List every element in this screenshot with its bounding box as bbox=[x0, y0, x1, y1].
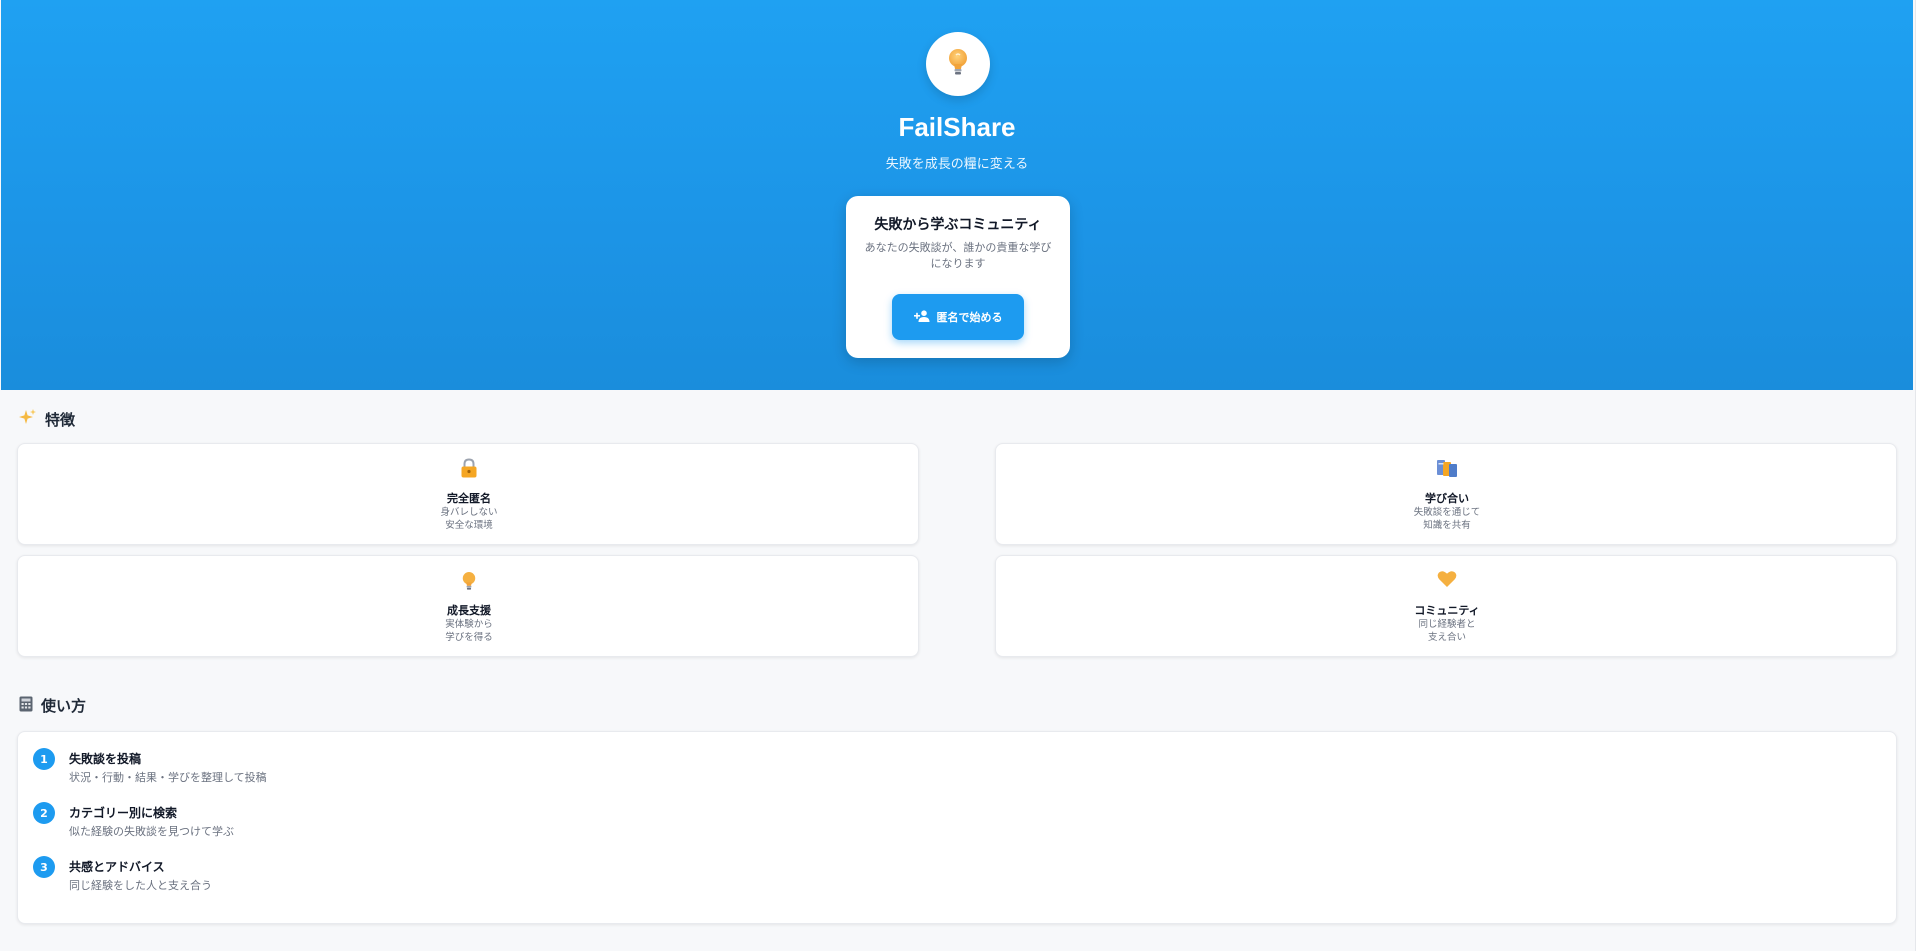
how-to-heading: 使い方 bbox=[19, 695, 86, 716]
feature-description-line: 安全な環境 bbox=[445, 520, 493, 531]
step-title: 失敗談を投稿 bbox=[69, 752, 142, 766]
step-number-badge: 3 bbox=[33, 856, 55, 878]
step-description: 状況・行動・結果・学びを整理して投稿 bbox=[69, 771, 267, 784]
app-logo bbox=[926, 32, 990, 96]
feature-description-line: 身バレしない bbox=[440, 507, 498, 518]
step-item: 3 共感とアドバイス 同じ経験をした人と支え合う bbox=[33, 856, 633, 896]
app-title: FailShare bbox=[898, 112, 1016, 142]
how-to-heading-text: 使い方 bbox=[41, 697, 87, 715]
hero-banner: FailShare 失敗を成長の糧に変える 失敗から学ぶコミュニティ あなたの失… bbox=[1, 0, 1913, 390]
feature-description-line: 同じ経験者と bbox=[1418, 619, 1476, 630]
features-heading: 特徴 bbox=[19, 408, 75, 430]
feature-description-line: 支え合い bbox=[1427, 632, 1466, 643]
lightbulb-icon bbox=[460, 570, 478, 592]
feature-title: 成長支援 bbox=[447, 604, 491, 617]
step-number-badge: 1 bbox=[33, 748, 55, 770]
app-tagline: 失敗を成長の糧に変える bbox=[885, 157, 1029, 172]
lock-icon bbox=[460, 458, 478, 480]
welcome-card: 失敗から学ぶコミュニティ あなたの失敗談が、誰かの貴重な学びになります 匿名で始… bbox=[846, 196, 1070, 358]
step-description: 同じ経験をした人と支え合う bbox=[69, 879, 212, 892]
feature-title: 学び合い bbox=[1425, 492, 1469, 505]
sparkles-icon bbox=[19, 408, 37, 430]
step-title: 共感とアドバイス bbox=[69, 860, 165, 874]
feature-card-anonymous: 完全匿名 身バレしない 安全な環境 bbox=[17, 443, 919, 545]
features-heading-text: 特徴 bbox=[45, 410, 76, 429]
feature-card-growth: 成長支援 実体験から 学びを得る bbox=[17, 555, 919, 657]
how-to-card: 1 失敗談を投稿 状況・行動・結果・学びを整理して投稿 2 カテゴリー別に検索 … bbox=[17, 731, 1897, 924]
app-page: FailShare 失敗を成長の糧に変える 失敗から学ぶコミュニティ あなたの失… bbox=[0, 0, 1916, 951]
welcome-card-title: 失敗から学ぶコミュニティ bbox=[874, 217, 1042, 233]
step-item: 1 失敗談を投稿 状況・行動・結果・学びを整理して投稿 bbox=[33, 748, 633, 788]
feature-description-line: 実体験から bbox=[445, 619, 493, 630]
feature-card-community: コミュニティ 同じ経験者と 支え合い bbox=[995, 555, 1897, 657]
feature-description-line: 失敗談を通じて bbox=[1413, 507, 1481, 518]
feature-title: コミュニティ bbox=[1414, 604, 1480, 617]
lightbulb-icon bbox=[945, 47, 971, 81]
person-add-icon bbox=[913, 309, 930, 325]
start-anonymous-button[interactable]: 匿名で始める bbox=[892, 294, 1024, 340]
step-item: 2 カテゴリー別に検索 似た経験の失敗談を見つけて学ぶ bbox=[33, 802, 633, 842]
books-icon bbox=[1436, 458, 1458, 480]
welcome-card-description: あなたの失敗談が、誰かの貴重な学びになります bbox=[864, 241, 1052, 270]
heart-icon bbox=[1437, 570, 1457, 592]
feature-description-line: 知識を共有 bbox=[1423, 520, 1471, 531]
feature-card-learning: 学び合い 失敗談を通じて 知識を共有 bbox=[995, 443, 1897, 545]
step-number-badge: 2 bbox=[33, 802, 55, 824]
step-title: カテゴリー別に検索 bbox=[69, 806, 178, 820]
feature-description-line: 学びを得る bbox=[445, 632, 493, 643]
calculator-icon bbox=[19, 696, 33, 716]
step-description: 似た経験の失敗談を見つけて学ぶ bbox=[69, 825, 234, 838]
start-anonymous-label: 匿名で始める bbox=[936, 311, 1003, 324]
feature-title: 完全匿名 bbox=[447, 492, 491, 505]
